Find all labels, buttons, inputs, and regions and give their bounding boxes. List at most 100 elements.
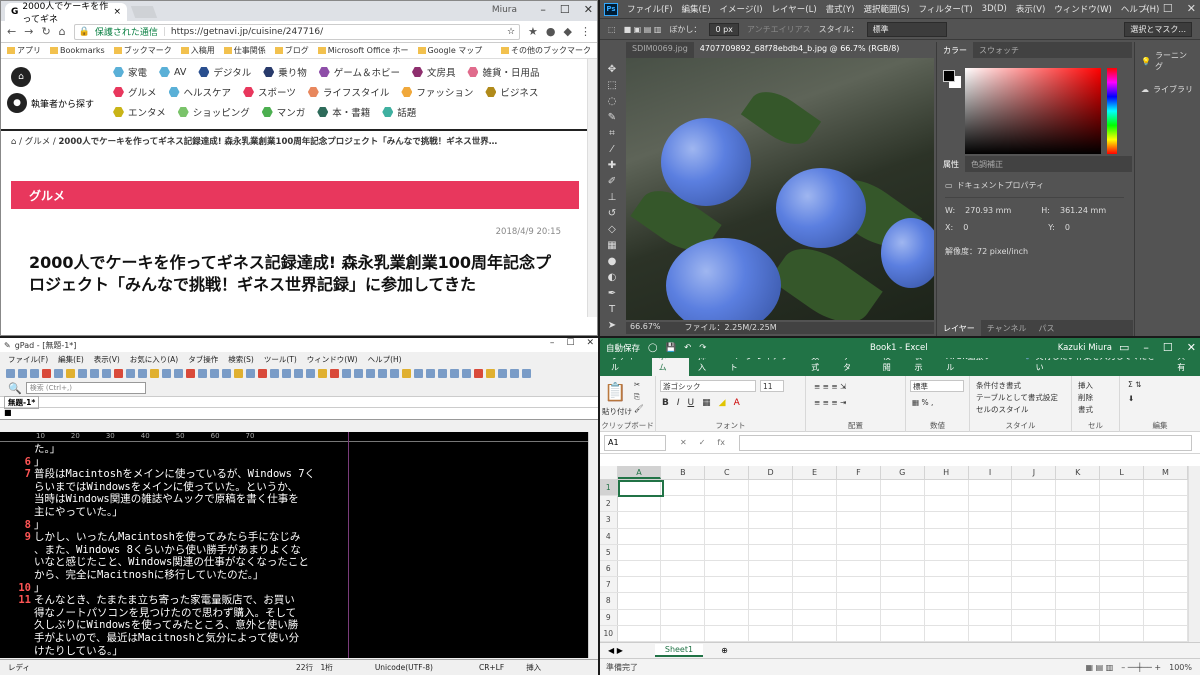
category-link[interactable]: ヘルスケア <box>168 85 231 99</box>
cell[interactable] <box>925 512 969 528</box>
doc-tab[interactable]: SDIM0069.jpg <box>626 42 694 58</box>
cell[interactable] <box>1012 609 1057 625</box>
maximize-icon[interactable]: ☐ <box>566 338 574 348</box>
close-icon[interactable]: ✕ <box>1187 2 1196 15</box>
category-link[interactable]: スポーツ <box>243 85 296 99</box>
toolbar-icon[interactable] <box>306 368 315 378</box>
cell[interactable] <box>661 544 706 560</box>
text-line[interactable]: けたりしている。」 <box>0 645 588 658</box>
format-table-button[interactable]: テーブルとして書式設定 <box>976 392 1058 403</box>
toolbar-icon[interactable] <box>438 368 447 378</box>
cell[interactable] <box>1144 577 1188 593</box>
toolbar-icon[interactable] <box>342 368 351 378</box>
align-icons[interactable]: ≡ ≡ ≡ ⇲ <box>814 382 846 391</box>
category-link[interactable]: 乗り物 <box>263 65 307 79</box>
ps-canvas-photo[interactable] <box>626 58 934 320</box>
bookmark-item[interactable]: ブックマーク <box>113 45 172 56</box>
eraser-icon[interactable]: ◇ <box>604 222 620 236</box>
toolbar-icon[interactable] <box>126 368 135 378</box>
move-icon[interactable]: ✥ <box>604 62 620 76</box>
cell[interactable] <box>661 512 706 528</box>
category-link[interactable]: 家電 <box>113 65 147 79</box>
cell[interactable] <box>969 625 1013 641</box>
antialias-checkbox[interactable]: アンチエイリアス <box>747 24 811 35</box>
toolbar-icon[interactable] <box>486 368 495 378</box>
forward-icon[interactable]: → <box>24 25 33 38</box>
cell[interactable] <box>1100 609 1145 625</box>
doc-tab-active[interactable]: 4707709892_68f78ebdb4_b.jpg @ 66.7% (RGB… <box>693 42 906 58</box>
column-header[interactable]: C <box>705 466 750 479</box>
cell[interactable] <box>881 593 925 609</box>
toolbar-icon[interactable] <box>258 368 267 378</box>
cell[interactable] <box>1056 480 1101 496</box>
cell[interactable] <box>749 512 794 528</box>
home-icon[interactable]: ⌂ <box>11 137 16 147</box>
column-header[interactable]: E <box>793 466 837 479</box>
new-tab-button[interactable] <box>130 6 158 18</box>
cell[interactable] <box>705 544 750 560</box>
cell[interactable] <box>618 496 662 512</box>
reload-icon[interactable]: ↻ <box>41 25 50 38</box>
cell[interactable] <box>705 577 750 593</box>
cell[interactable] <box>881 560 925 577</box>
zoom-level[interactable]: 66.67% <box>630 322 661 334</box>
star-icon[interactable]: ☆ <box>507 27 515 37</box>
bookmark-item[interactable]: Bookmarks <box>50 46 105 55</box>
cell[interactable] <box>661 528 706 544</box>
cell[interactable] <box>925 480 969 496</box>
cell[interactable] <box>925 528 969 544</box>
toggle-off-icon[interactable]: ◯ <box>648 343 658 353</box>
cell[interactable] <box>925 609 969 625</box>
close-icon[interactable]: ✕ <box>586 338 594 348</box>
cell[interactable] <box>925 544 969 560</box>
cell[interactable] <box>749 609 794 625</box>
cell[interactable] <box>1144 512 1188 528</box>
cell[interactable] <box>1100 512 1145 528</box>
column-header[interactable]: A <box>617 466 662 479</box>
text-line[interactable]: いなと感じたこと、Windows関連の仕事がなくなったこと <box>0 556 588 569</box>
name-box[interactable]: A1 <box>604 434 666 451</box>
healing-icon[interactable]: ✚ <box>604 158 620 172</box>
menu-item[interactable]: 検索(S) <box>228 354 254 365</box>
cell[interactable] <box>661 577 706 593</box>
format-button[interactable]: 書式 <box>1078 404 1093 415</box>
column-header[interactable]: D <box>749 466 794 479</box>
cell[interactable] <box>749 528 794 544</box>
cell[interactable] <box>969 544 1013 560</box>
style-select[interactable]: 標準 <box>866 21 947 37</box>
cell[interactable] <box>705 593 750 609</box>
cell[interactable] <box>837 480 881 496</box>
y-value[interactable]: 0 <box>1065 223 1070 232</box>
column-header[interactable]: L <box>1100 466 1145 479</box>
cell[interactable] <box>837 560 881 577</box>
toolbar-icon[interactable] <box>54 368 63 378</box>
status-encoding[interactable]: Unicode(UTF-8) <box>367 663 441 672</box>
toolbar-icon[interactable] <box>294 368 303 378</box>
cell[interactable] <box>881 625 925 641</box>
active-cell[interactable] <box>618 480 664 497</box>
minimize-icon[interactable]: – <box>1143 341 1149 354</box>
color-field[interactable] <box>965 68 1101 154</box>
cell[interactable] <box>705 496 750 512</box>
cell[interactable] <box>705 528 750 544</box>
toolbar-icon[interactable] <box>162 368 171 378</box>
cell[interactable] <box>1100 544 1145 560</box>
bookmark-item[interactable]: ブログ <box>274 45 309 56</box>
toolbar-icon[interactable] <box>366 368 375 378</box>
cell[interactable] <box>1012 625 1057 641</box>
extension-icon[interactable]: ● <box>546 25 556 38</box>
toolbar-icon[interactable] <box>174 368 183 378</box>
cell[interactable] <box>969 593 1013 609</box>
column-header[interactable]: M <box>1144 466 1188 479</box>
feather-input[interactable]: 0 px <box>709 22 739 36</box>
maximize-icon[interactable]: ☐ <box>560 3 570 16</box>
cell[interactable] <box>837 577 881 593</box>
copy-icon[interactable]: ⎘ <box>634 392 640 402</box>
cell[interactable] <box>1056 609 1101 625</box>
cell[interactable] <box>1100 496 1145 512</box>
category-link[interactable]: ショッピング <box>177 105 250 119</box>
cell[interactable] <box>618 593 662 609</box>
function-icon[interactable]: fx <box>717 438 725 447</box>
cell[interactable] <box>1100 560 1145 577</box>
menu-item[interactable]: 3D(D) <box>982 4 1007 14</box>
